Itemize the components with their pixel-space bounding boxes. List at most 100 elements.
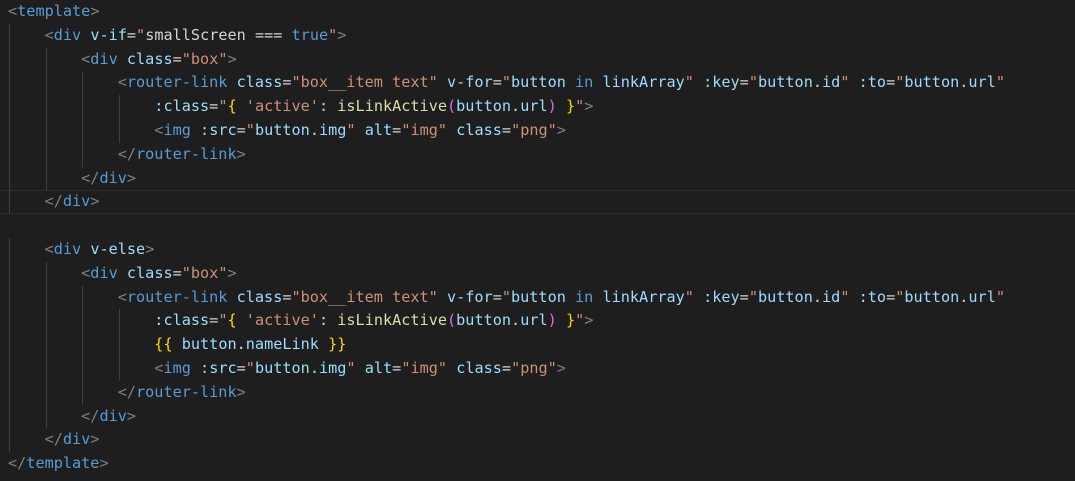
code-token: { [227,97,237,116]
code-token: = [209,97,219,116]
code-line[interactable]: <template> [0,0,1075,24]
code-token: button [456,97,512,116]
indent-guide [45,142,47,167]
code-line[interactable]: <div v-else> [0,238,1075,262]
code-line[interactable]: </template> [0,452,1075,476]
code-line[interactable]: <div class="box"> [0,261,1075,286]
indent-guide [118,333,120,357]
code-token: div [90,49,118,68]
code-line-text: </router-link> [118,143,246,167]
indent-guide [9,357,10,381]
indent-guide [45,309,47,334]
code-line[interactable]: <router-link class="box__item text" v-fo… [0,285,1075,310]
code-token: "box" [181,263,228,282]
code-line-text: <img :src="button.img" alt="img" class="… [154,357,566,381]
code-token: = [392,121,402,139]
code-line-text: </div> [81,167,136,191]
code-editor[interactable]: <template> <div v-if="smallScreen === tru… [0,0,1075,481]
code-token: > [227,263,237,282]
code-token: " [245,121,255,139]
code-token: { [227,311,237,330]
code-line-text: </div> [45,191,100,213]
code-token: button [511,287,566,306]
code-token: button [511,73,566,92]
indent-guide [82,357,84,381]
code-line[interactable] [0,214,1075,238]
code-token: v-for [446,73,493,92]
code-token: class [456,359,502,377]
code-token: = [392,359,402,377]
code-line[interactable]: :class= " { 'active': isLinkActive(button.… [0,95,1075,119]
code-line[interactable]: {{ button.nameLink }} [0,333,1075,357]
code-line-text: <template> [8,0,99,24]
code-token: = [501,121,512,139]
code-token: button [757,287,813,306]
indent-guide [45,166,47,191]
code-token: > [99,454,109,473]
code-line[interactable]: <div v-if="smallScreen === true"> [0,23,1075,48]
code-line[interactable]: <div class="box"> [0,47,1075,72]
code-token: ) [547,97,557,116]
code-line-text: <div class="box"> [81,262,237,286]
code-token: button [904,287,960,306]
code-token: " [346,359,356,377]
code-token: url [520,97,548,116]
code-line[interactable]: </div> [0,190,1075,215]
code-token: template [17,2,91,20]
code-token: </ [81,168,100,187]
code-token: button [181,335,237,354]
code-line[interactable]: </router-link> [0,142,1075,167]
code-token: button [904,73,960,92]
code-token: = [236,121,246,139]
code-token: . [511,311,521,330]
code-token: router-link [126,73,228,92]
code-line[interactable]: :class= " { 'active': isLinkActive(button.… [0,309,1075,334]
code-token: 'active' [245,311,319,330]
code-token: > [90,2,100,20]
code-line[interactable]: </div> [0,166,1075,191]
indent-guide [82,309,84,334]
code-line-text: <img :src="button.img" alt="img" class="… [154,119,566,143]
code-token: = [492,287,502,306]
code-token: alt [364,121,393,139]
indent-guide [9,261,10,286]
code-token: linkArray [602,73,685,92]
code-line[interactable]: <img :src="button.img" alt="img" class="… [0,357,1075,381]
code-line[interactable]: </router-link> [0,380,1075,405]
code-token: class [236,73,283,92]
code-line[interactable]: </div> [0,428,1075,453]
code-line[interactable]: <router-link class="box__item text" v-fo… [0,71,1075,96]
code-token: isLinkActive [337,97,447,116]
indent-guide [9,404,10,429]
code-token: button [254,359,310,377]
code-token: " [995,287,1005,306]
code-token: alt [364,359,393,377]
code-token: > [584,97,594,116]
code-token: div [90,263,118,282]
indent-guide [45,357,47,381]
code-token: in [575,73,594,92]
code-line-text: <div v-else> [45,238,155,262]
indent-guide [118,357,120,381]
code-token: = [492,73,502,92]
code-token: div [99,168,127,187]
code-token: > [584,311,594,330]
code-line-text: <router-link class="box__item text" v-fo… [118,71,1005,95]
code-line[interactable]: </div> [0,404,1075,429]
code-token: router-link [126,287,228,306]
code-token: img [163,359,191,377]
code-token: template [26,454,100,473]
indent-guide [9,191,10,214]
code-line[interactable]: <img :src="button.img" alt="img" class="… [0,119,1075,143]
